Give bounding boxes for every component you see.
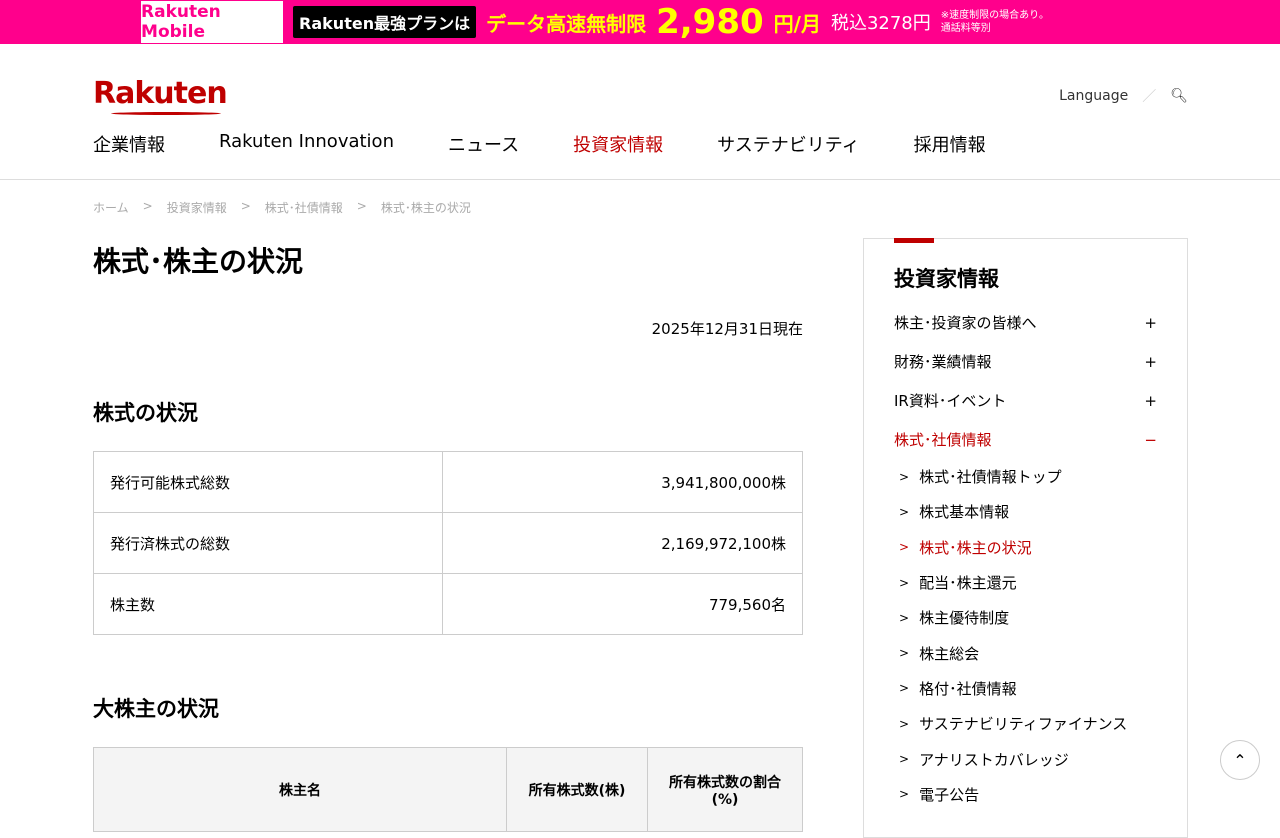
nav-innovation[interactable]: Rakuten Innovation (219, 131, 394, 157)
chevron-right-icon: > (899, 787, 910, 802)
subitem-label: 電子公告 (919, 785, 980, 804)
subitem-label: 株式･社債情報トップ (919, 468, 1062, 487)
breadcrumb-home[interactable]: ホーム (93, 199, 129, 216)
row-label: 株主数 (92, 573, 444, 635)
row-label: 発行済株式の総数 (92, 512, 444, 574)
banner-tax: 税込3278円 (830, 13, 931, 34)
search-icon[interactable]: 🔍︎ (1170, 88, 1188, 104)
sidebar: 投資家情報 株主･投資家の皆様へ + 財務･業績情報 + IR資料･イベント + 株式… (863, 238, 1188, 838)
sidebar-item-label: IR資料･イベント (894, 392, 1007, 410)
sidebar-item[interactable]: 株式･社債情報 − (894, 420, 1157, 459)
language-link[interactable]: Language (1059, 88, 1128, 104)
table-row: 発行済株式の総数 2,169,972,100株 (92, 512, 803, 574)
breadcrumb-investors[interactable]: 投資家情報 (167, 199, 227, 216)
chevron-right-icon: > (899, 540, 910, 555)
breadcrumb-stock-bond[interactable]: 株式･社債情報 (265, 199, 343, 216)
rakuten-mobile-logo: Rakuten Mobile (141, 1, 284, 43)
row-value: 779,560名 (442, 573, 803, 635)
site-header: Rakuten Language ／ 🔍︎ 企業情報 Rakuten Innov… (0, 44, 1280, 180)
chevron-right-icon: > (899, 716, 910, 731)
subitem-label: 株主総会 (919, 644, 980, 663)
chevron-right-icon: > (899, 504, 910, 519)
sidebar-item-label: 株式･社債情報 (894, 431, 992, 449)
nav-corporate[interactable]: 企業情報 (93, 131, 165, 157)
chevron-right-icon: > (356, 199, 367, 213)
column-header: 株主名 (93, 747, 507, 832)
column-header: 所有株式数(株) (506, 747, 648, 832)
sidebar-subitem[interactable]: > 株式･社債情報トップ (894, 459, 1157, 494)
chevron-right-icon: > (899, 610, 910, 625)
subitem-label: サステナビリティファイナンス (919, 715, 1128, 734)
chevron-right-icon: > (899, 681, 910, 696)
subitem-label: アナリストカバレッジ (919, 750, 1069, 769)
plus-icon[interactable]: + (1144, 353, 1157, 371)
stock-status-table: 発行可能株式総数 3,941,800,000株 発行済株式の総数 2,169,972… (92, 451, 803, 635)
minus-icon[interactable]: − (1144, 431, 1157, 449)
nav-sustainability[interactable]: サステナビリティ (717, 131, 860, 157)
section-heading: 株式の状況 (93, 401, 198, 425)
rakuten-logo[interactable]: Rakuten (93, 76, 228, 115)
row-value: 2,169,972,100株 (442, 512, 803, 574)
banner-note: ※速度制限の場合あり。 (940, 10, 1049, 21)
breadcrumb-current: 株式･株主の状況 (380, 201, 471, 215)
sidebar-subitem[interactable]: > 株式･株主の状況 (894, 530, 1157, 565)
sidebar-title: 投資家情報 (894, 267, 999, 291)
sidebar-item-label: 株主･投資家の皆様へ (894, 314, 1037, 332)
sidebar-subitem[interactable]: > 株主優待制度 (894, 600, 1157, 635)
nav-careers[interactable]: 採用情報 (914, 131, 986, 157)
row-label: 発行可能株式総数 (92, 451, 444, 513)
subitem-label: 株式･株主の状況 (919, 538, 1032, 557)
subitem-label: 株主優待制度 (919, 609, 1010, 628)
sidebar-subitem[interactable]: > 配当･株主還元 (894, 565, 1157, 600)
major-shareholders-table: 株主名 所有株式数(株) 所有株式数の割合(%) (93, 747, 803, 832)
sidebar-subitem[interactable]: > 格付･社債情報 (894, 671, 1157, 706)
banner-plan: Rakuten最強プランは (293, 6, 477, 38)
nav-investors[interactable]: 投資家情報 (573, 131, 663, 157)
plus-icon[interactable]: + (1144, 392, 1157, 410)
sidebar-item[interactable]: 株主･投資家の皆様へ + (894, 303, 1157, 342)
main-content: 株式･株主の状況 2025年12月31日現在 株式の状況 発行可能株式総数 3,9… (92, 240, 803, 832)
column-header: 所有株式数の割合(%) (647, 747, 803, 832)
section-heading: 大株主の状況 (93, 697, 219, 721)
chevron-up-icon: ⌃ (1233, 750, 1247, 770)
banner-unit: 円/月 (773, 11, 821, 36)
row-value: 3,941,800,000株 (442, 451, 803, 513)
sidebar-subitem[interactable]: > アナリストカバレッジ (894, 741, 1157, 776)
breadcrumb: ホーム > 投資家情報 > 株式･社債情報 > 株式･株主の状況 (93, 199, 471, 216)
chevron-right-icon: > (899, 646, 910, 661)
table-row: 株主数 779,560名 (92, 573, 803, 635)
banner-note: 通話料等別 (940, 23, 991, 34)
as-of-date: 2025年12月31日現在 (651, 320, 803, 338)
chevron-right-icon: > (899, 469, 910, 484)
sidebar-subitem[interactable]: > 株式基本情報 (894, 494, 1157, 529)
plus-icon[interactable]: + (1144, 314, 1157, 332)
chevron-right-icon: > (240, 199, 251, 213)
nav-news[interactable]: ニュース (448, 131, 519, 157)
scroll-to-top-button[interactable]: ⌃ (1220, 740, 1260, 780)
banner-price: 2,980 (656, 2, 764, 42)
chevron-right-icon: > (899, 575, 910, 590)
main-nav: 企業情報 Rakuten Innovation ニュース 投資家情報 サステナビ… (93, 131, 986, 157)
sidebar-subitem[interactable]: > 電子公告 (894, 777, 1157, 812)
ad-banner[interactable]: Rakuten Mobile Rakuten最強プランは データ高速無制限 2,… (0, 0, 1280, 44)
banner-headline: データ高速無制限 (486, 11, 647, 36)
subitem-label: 配当･株主還元 (919, 574, 1017, 593)
sidebar-subitem[interactable]: > サステナビリティファイナンス (894, 706, 1157, 741)
subitem-label: 格付･社債情報 (919, 679, 1017, 698)
table-row: 発行可能株式総数 3,941,800,000株 (92, 451, 803, 513)
chevron-right-icon: > (899, 752, 910, 767)
page-title: 株式･株主の状況 (93, 245, 304, 278)
divider: ／ (1142, 89, 1157, 105)
sidebar-item[interactable]: 財務･業績情報 + (894, 342, 1157, 381)
chevron-right-icon: > (142, 199, 153, 213)
subitem-label: 株式基本情報 (919, 503, 1010, 522)
sidebar-subitem[interactable]: > 株主総会 (894, 635, 1157, 670)
sidebar-item-label: 財務･業績情報 (894, 353, 992, 371)
sidebar-item[interactable]: IR資料･イベント + (894, 381, 1157, 420)
